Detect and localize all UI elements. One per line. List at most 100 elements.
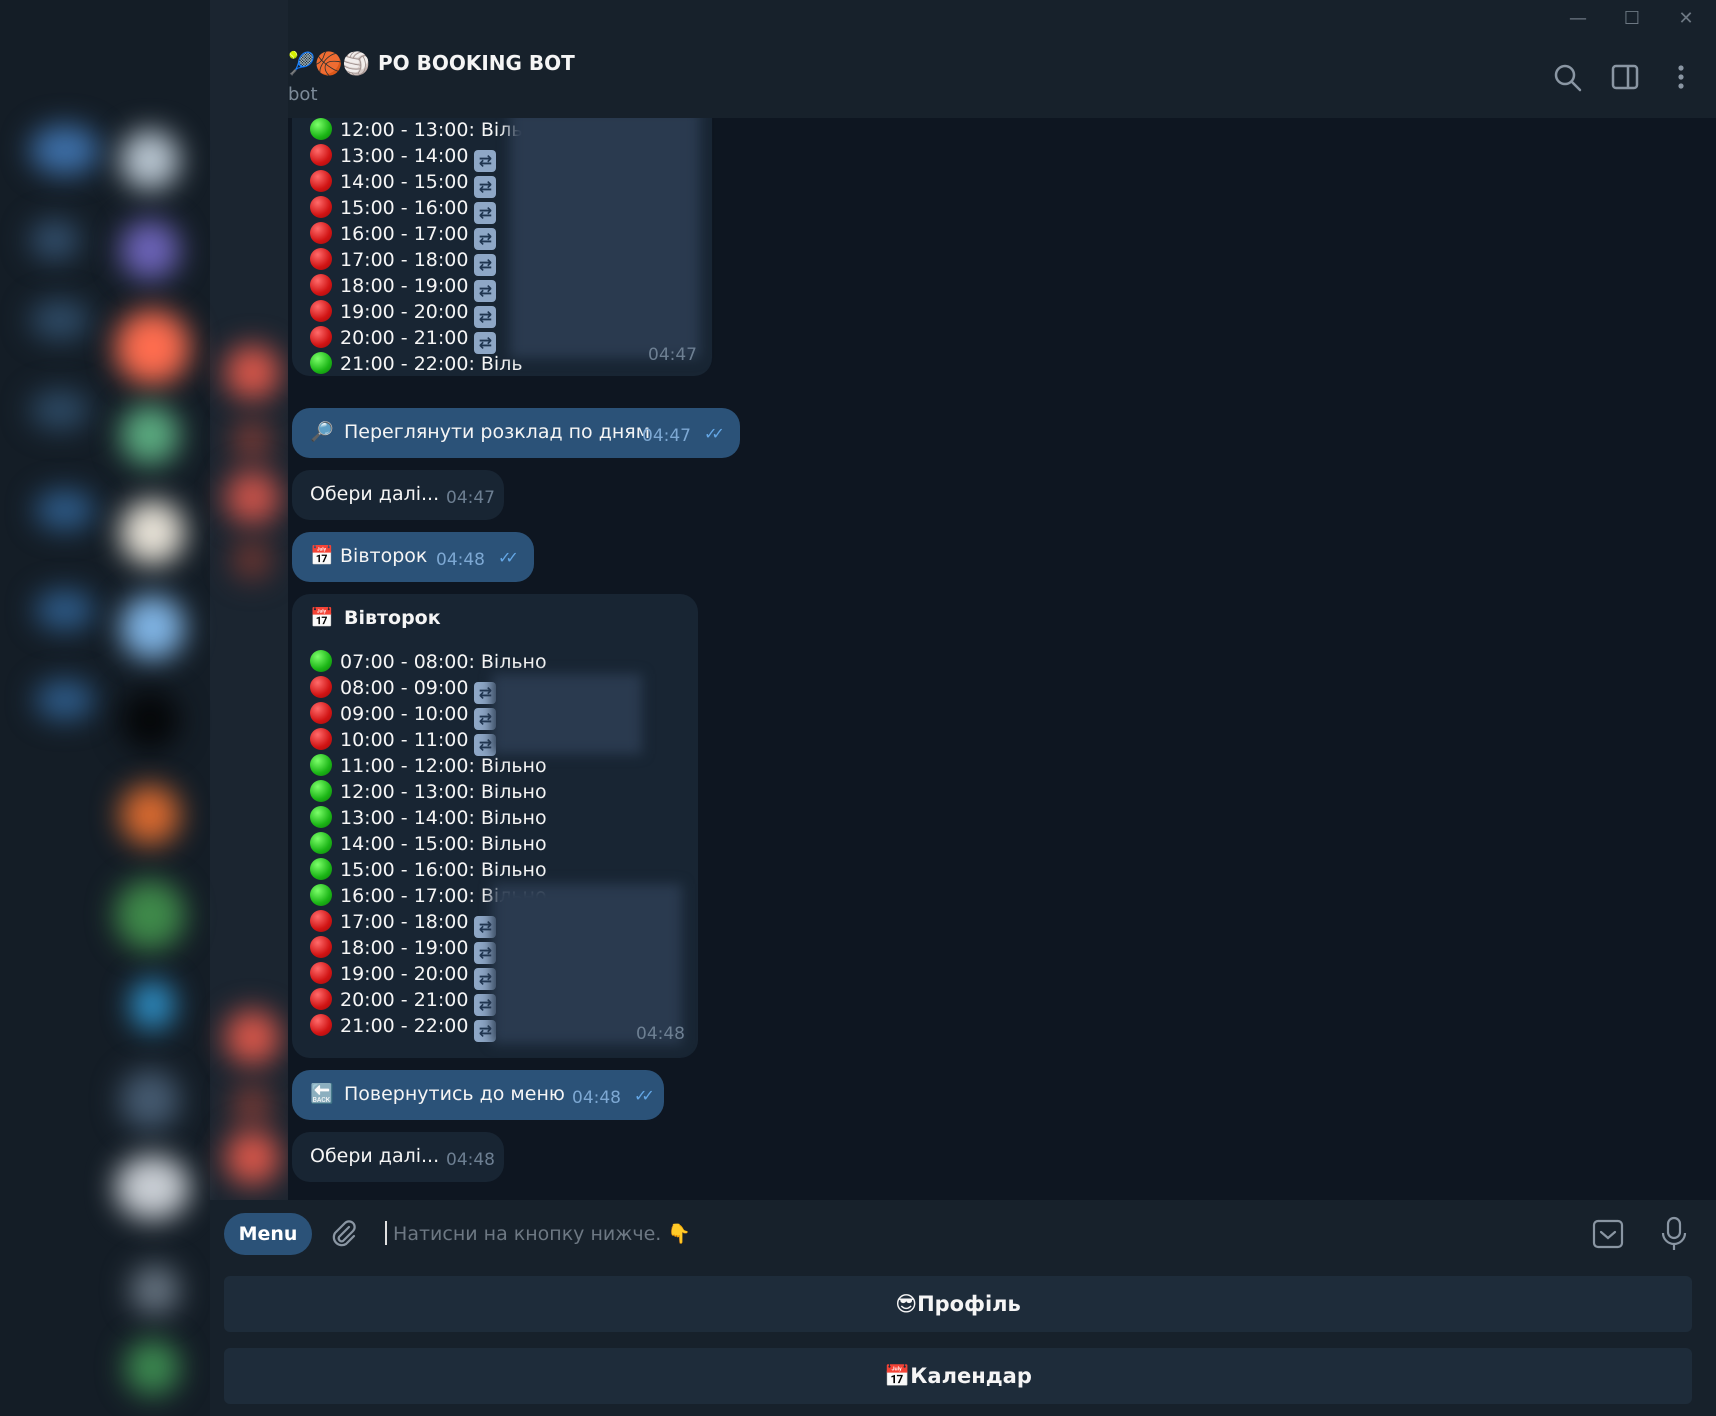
folder-icon[interactable]: [30, 220, 80, 260]
message-time: 04:48: [636, 1024, 685, 1044]
busy-status-icon: [310, 676, 332, 698]
read-checks-icon: ✓✓: [634, 1086, 655, 1105]
message-input[interactable]: Натисни на кнопку нижче. 👇: [385, 1218, 1485, 1250]
text-cursor: [385, 1221, 387, 1245]
reply-keyboard: 😎Профіль 📅Календар: [210, 1268, 1716, 1416]
slot-time: 14:00 - 15:00: [340, 171, 469, 193]
composer: Menu Натисни на кнопку нижче. 👇: [210, 1200, 1716, 1268]
bot-menu-button[interactable]: Menu: [224, 1213, 312, 1255]
schedule-slot: 19:00 - 20:00 ⇄: [310, 962, 497, 990]
avatar[interactable]: [120, 220, 180, 280]
avatar[interactable]: [130, 1265, 180, 1315]
avatar[interactable]: [120, 690, 180, 750]
more-options-icon[interactable]: [1664, 60, 1698, 94]
schedule-slot: 11:00 - 12:00: Вільно: [310, 754, 547, 780]
slot-time: 15:00 - 16:00:: [340, 859, 475, 881]
slot-time: 13:00 - 14:00: [340, 145, 469, 167]
schedule-slot: 17:00 - 18:00 ⇄: [310, 910, 497, 938]
microphone-icon[interactable]: [1656, 1214, 1692, 1254]
avatar[interactable]: [115, 1155, 190, 1220]
chat-title[interactable]: PO BOOKING BOT: [378, 51, 575, 75]
avatar[interactable]: [115, 880, 185, 950]
avatar[interactable]: [120, 405, 180, 465]
outgoing-message: 📅 Вівторок 04:48 ✓✓: [292, 532, 534, 582]
schedule-slot: 08:00 - 09:00 ⇄: [310, 676, 497, 704]
search-icon[interactable]: [1550, 60, 1584, 94]
slot-status: Вільно: [474, 651, 547, 673]
slot-time: 07:00 - 08:00:: [340, 651, 475, 673]
avatar[interactable]: [120, 130, 180, 190]
repeat-icon: ⇄: [474, 306, 497, 328]
avatar[interactable]: [130, 980, 175, 1030]
busy-status-icon: [310, 728, 332, 750]
calendar-emoji: 📅: [310, 545, 334, 567]
busy-status-icon: [310, 144, 332, 166]
busy-status-icon: [310, 222, 332, 244]
message-list[interactable]: 12:00 - 13:00: Віль 13:00 - 14:00 ⇄ 14:00 -…: [288, 118, 1716, 1200]
calendar-button[interactable]: 📅Календар: [224, 1348, 1692, 1404]
profile-button[interactable]: 😎Профіль: [224, 1276, 1692, 1332]
avatar[interactable]: [115, 310, 190, 385]
slot-time: 14:00 - 15:00:: [340, 833, 475, 855]
keyboard-toggle-icon[interactable]: [1590, 1216, 1626, 1252]
folder-icon[interactable]: [30, 390, 90, 430]
repeat-icon: ⇄: [474, 176, 497, 198]
folder-icon[interactable]: [35, 490, 95, 530]
busy-status-icon: [310, 962, 332, 984]
folder-icon[interactable]: [30, 125, 100, 175]
schedule-slot: 16:00 - 17:00 ⇄: [310, 222, 497, 250]
schedule-slot: 13:00 - 14:00 ⇄: [310, 144, 497, 172]
slot-time: 12:00 - 13:00:: [340, 781, 475, 803]
pointing-down-emoji: 👇: [667, 1223, 692, 1245]
busy-status-icon: [310, 702, 332, 724]
busy-status-icon: [310, 1014, 332, 1036]
free-status-icon: [310, 832, 332, 854]
folder-icon[interactable]: [30, 300, 90, 340]
schedule-slot: 20:00 - 21:00 ⇄: [310, 326, 497, 354]
attach-icon[interactable]: [328, 1218, 360, 1250]
avatar[interactable]: [120, 500, 185, 565]
slot-time: 13:00 - 14:00:: [340, 807, 475, 829]
free-status-icon: [310, 858, 332, 880]
chat-header[interactable]: 🎾🏀🏐 PO BOOKING BOT bot: [288, 38, 1716, 119]
unread-badge: [225, 345, 280, 400]
repeat-icon: ⇄: [474, 202, 497, 224]
window-titlebar: — ☐ ✕: [288, 0, 1716, 38]
avatar[interactable]: [120, 595, 185, 660]
repeat-icon: ⇄: [474, 280, 497, 302]
slot-time: 21:00 - 22:00: [340, 1015, 469, 1037]
slot-status: Вільно: [474, 833, 547, 855]
unread-badge: [232, 420, 272, 460]
slot-time: 20:00 - 21:00: [340, 327, 469, 349]
maximize-button[interactable]: ☐: [1612, 6, 1652, 32]
sidebar-toggle-icon[interactable]: [1608, 60, 1642, 94]
free-status-icon: [310, 352, 332, 374]
schedule-slot: 13:00 - 14:00: Вільно: [310, 806, 547, 832]
back-emoji: 🔙: [310, 1083, 334, 1105]
folder-icon[interactable]: [35, 590, 95, 630]
slot-time: 18:00 - 19:00: [340, 275, 469, 297]
schedule-title: Вівторок: [344, 607, 441, 629]
unread-badge: [232, 1085, 272, 1125]
avatar[interactable]: [120, 1070, 180, 1130]
busy-status-icon: [310, 248, 332, 270]
redacted-area: [492, 884, 682, 1044]
redacted-area: [492, 674, 642, 754]
slot-time: 10:00 - 11:00: [340, 729, 469, 751]
slot-status: Вільно: [474, 807, 547, 829]
avatar[interactable]: [120, 785, 180, 845]
free-status-icon: [310, 754, 332, 776]
unread-badge: [232, 540, 272, 580]
outgoing-message: 🔙 Повернутись до меню 04:48 ✓✓: [292, 1070, 664, 1120]
minimize-button[interactable]: —: [1558, 6, 1598, 32]
avatar[interactable]: [125, 1340, 180, 1395]
schedule-slot: 21:00 - 22:00: Віль: [310, 352, 523, 378]
free-status-icon: [310, 780, 332, 802]
schedule-slot: 07:00 - 08:00: Вільно: [310, 650, 547, 676]
close-button[interactable]: ✕: [1666, 6, 1706, 32]
folder-icon[interactable]: [35, 680, 95, 720]
incoming-message: Обери далі... 04:47: [292, 470, 504, 520]
message-time: 04:48: [572, 1088, 621, 1108]
schedule-slot: 17:00 - 18:00 ⇄: [310, 248, 497, 276]
schedule-slot: 12:00 - 13:00: Віль: [310, 118, 523, 144]
